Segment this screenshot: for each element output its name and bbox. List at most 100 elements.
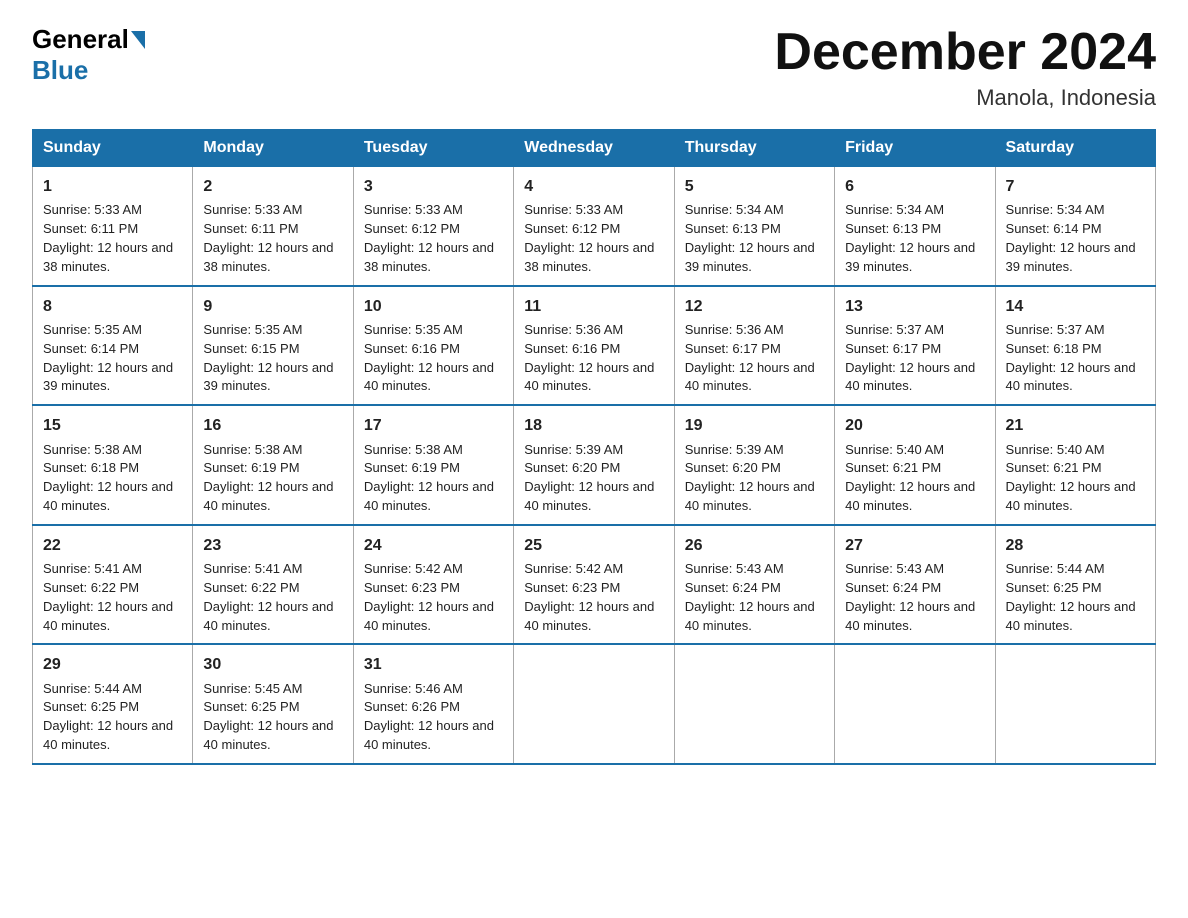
day-number: 9: [203, 295, 342, 318]
daylight-label: Daylight: 12 hours and 39 minutes.: [203, 360, 333, 394]
sunset-label: Sunset: 6:25 PM: [1006, 580, 1102, 595]
table-row: 28 Sunrise: 5:44 AM Sunset: 6:25 PM Dayl…: [995, 525, 1155, 645]
sunrise-label: Sunrise: 5:33 AM: [203, 202, 302, 217]
sunset-label: Sunset: 6:18 PM: [43, 460, 139, 475]
sunset-label: Sunset: 6:22 PM: [43, 580, 139, 595]
sunset-label: Sunset: 6:20 PM: [524, 460, 620, 475]
day-number: 2: [203, 175, 342, 198]
page-header: General Blue December 2024 Manola, Indon…: [32, 24, 1156, 111]
daylight-label: Daylight: 12 hours and 40 minutes.: [203, 599, 333, 633]
calendar-week-row: 22 Sunrise: 5:41 AM Sunset: 6:22 PM Dayl…: [33, 525, 1156, 645]
day-number: 15: [43, 414, 182, 437]
table-row: 14 Sunrise: 5:37 AM Sunset: 6:18 PM Dayl…: [995, 286, 1155, 406]
daylight-label: Daylight: 12 hours and 40 minutes.: [524, 479, 654, 513]
daylight-label: Daylight: 12 hours and 38 minutes.: [203, 240, 333, 274]
sunrise-label: Sunrise: 5:37 AM: [845, 322, 944, 337]
sunrise-label: Sunrise: 5:38 AM: [203, 442, 302, 457]
day-number: 20: [845, 414, 984, 437]
sunset-label: Sunset: 6:21 PM: [845, 460, 941, 475]
table-row: 13 Sunrise: 5:37 AM Sunset: 6:17 PM Dayl…: [835, 286, 995, 406]
sunrise-label: Sunrise: 5:34 AM: [685, 202, 784, 217]
sunset-label: Sunset: 6:13 PM: [685, 221, 781, 236]
sunset-label: Sunset: 6:22 PM: [203, 580, 299, 595]
sunrise-label: Sunrise: 5:44 AM: [43, 681, 142, 696]
daylight-label: Daylight: 12 hours and 39 minutes.: [845, 240, 975, 274]
day-number: 4: [524, 175, 663, 198]
table-row: 31 Sunrise: 5:46 AM Sunset: 6:26 PM Dayl…: [353, 644, 513, 764]
table-row: 22 Sunrise: 5:41 AM Sunset: 6:22 PM Dayl…: [33, 525, 193, 645]
day-number: 17: [364, 414, 503, 437]
table-row: [674, 644, 834, 764]
calendar-week-row: 1 Sunrise: 5:33 AM Sunset: 6:11 PM Dayli…: [33, 167, 1156, 286]
sunrise-label: Sunrise: 5:45 AM: [203, 681, 302, 696]
sunrise-label: Sunrise: 5:38 AM: [364, 442, 463, 457]
table-row: 2 Sunrise: 5:33 AM Sunset: 6:11 PM Dayli…: [193, 167, 353, 286]
sunset-label: Sunset: 6:15 PM: [203, 341, 299, 356]
daylight-label: Daylight: 12 hours and 40 minutes.: [685, 599, 815, 633]
day-number: 22: [43, 534, 182, 557]
day-number: 12: [685, 295, 824, 318]
sunrise-label: Sunrise: 5:42 AM: [524, 561, 623, 576]
day-number: 3: [364, 175, 503, 198]
table-row: 16 Sunrise: 5:38 AM Sunset: 6:19 PM Dayl…: [193, 405, 353, 525]
table-row: 24 Sunrise: 5:42 AM Sunset: 6:23 PM Dayl…: [353, 525, 513, 645]
table-row: 21 Sunrise: 5:40 AM Sunset: 6:21 PM Dayl…: [995, 405, 1155, 525]
table-row: 29 Sunrise: 5:44 AM Sunset: 6:25 PM Dayl…: [33, 644, 193, 764]
sunrise-label: Sunrise: 5:40 AM: [845, 442, 944, 457]
calendar-header-row: Sunday Monday Tuesday Wednesday Thursday…: [33, 130, 1156, 167]
sunrise-label: Sunrise: 5:39 AM: [685, 442, 784, 457]
sunset-label: Sunset: 6:25 PM: [43, 699, 139, 714]
sunrise-label: Sunrise: 5:37 AM: [1006, 322, 1105, 337]
sunset-label: Sunset: 6:26 PM: [364, 699, 460, 714]
sunrise-label: Sunrise: 5:33 AM: [524, 202, 623, 217]
day-number: 23: [203, 534, 342, 557]
sunrise-label: Sunrise: 5:43 AM: [845, 561, 944, 576]
daylight-label: Daylight: 12 hours and 40 minutes.: [43, 479, 173, 513]
sunset-label: Sunset: 6:11 PM: [203, 221, 298, 236]
sunset-label: Sunset: 6:21 PM: [1006, 460, 1102, 475]
sunset-label: Sunset: 6:17 PM: [845, 341, 941, 356]
sunrise-label: Sunrise: 5:36 AM: [685, 322, 784, 337]
sunset-label: Sunset: 6:12 PM: [364, 221, 460, 236]
table-row: 7 Sunrise: 5:34 AM Sunset: 6:14 PM Dayli…: [995, 167, 1155, 286]
table-row: 26 Sunrise: 5:43 AM Sunset: 6:24 PM Dayl…: [674, 525, 834, 645]
calendar-table: Sunday Monday Tuesday Wednesday Thursday…: [32, 129, 1156, 765]
sunset-label: Sunset: 6:23 PM: [524, 580, 620, 595]
day-number: 8: [43, 295, 182, 318]
daylight-label: Daylight: 12 hours and 38 minutes.: [43, 240, 173, 274]
table-row: [995, 644, 1155, 764]
day-number: 18: [524, 414, 663, 437]
col-friday: Friday: [835, 130, 995, 167]
month-title: December 2024: [774, 24, 1156, 81]
sunrise-label: Sunrise: 5:41 AM: [203, 561, 302, 576]
col-wednesday: Wednesday: [514, 130, 674, 167]
sunrise-label: Sunrise: 5:36 AM: [524, 322, 623, 337]
sunrise-label: Sunrise: 5:38 AM: [43, 442, 142, 457]
daylight-label: Daylight: 12 hours and 40 minutes.: [364, 718, 494, 752]
sunset-label: Sunset: 6:23 PM: [364, 580, 460, 595]
sunrise-label: Sunrise: 5:42 AM: [364, 561, 463, 576]
daylight-label: Daylight: 12 hours and 40 minutes.: [364, 599, 494, 633]
sunset-label: Sunset: 6:16 PM: [364, 341, 460, 356]
daylight-label: Daylight: 12 hours and 39 minutes.: [43, 360, 173, 394]
table-row: 30 Sunrise: 5:45 AM Sunset: 6:25 PM Dayl…: [193, 644, 353, 764]
daylight-label: Daylight: 12 hours and 38 minutes.: [524, 240, 654, 274]
sunset-label: Sunset: 6:14 PM: [1006, 221, 1102, 236]
calendar-week-row: 29 Sunrise: 5:44 AM Sunset: 6:25 PM Dayl…: [33, 644, 1156, 764]
calendar-week-row: 8 Sunrise: 5:35 AM Sunset: 6:14 PM Dayli…: [33, 286, 1156, 406]
sunrise-label: Sunrise: 5:35 AM: [364, 322, 463, 337]
day-number: 1: [43, 175, 182, 198]
day-number: 21: [1006, 414, 1145, 437]
sunrise-label: Sunrise: 5:35 AM: [43, 322, 142, 337]
sunrise-label: Sunrise: 5:41 AM: [43, 561, 142, 576]
sunrise-label: Sunrise: 5:33 AM: [364, 202, 463, 217]
col-sunday: Sunday: [33, 130, 193, 167]
daylight-label: Daylight: 12 hours and 40 minutes.: [1006, 479, 1136, 513]
logo: General Blue: [32, 24, 147, 86]
daylight-label: Daylight: 12 hours and 38 minutes.: [364, 240, 494, 274]
sunrise-label: Sunrise: 5:43 AM: [685, 561, 784, 576]
table-row: 19 Sunrise: 5:39 AM Sunset: 6:20 PM Dayl…: [674, 405, 834, 525]
sunrise-label: Sunrise: 5:35 AM: [203, 322, 302, 337]
daylight-label: Daylight: 12 hours and 40 minutes.: [203, 479, 333, 513]
daylight-label: Daylight: 12 hours and 40 minutes.: [364, 360, 494, 394]
